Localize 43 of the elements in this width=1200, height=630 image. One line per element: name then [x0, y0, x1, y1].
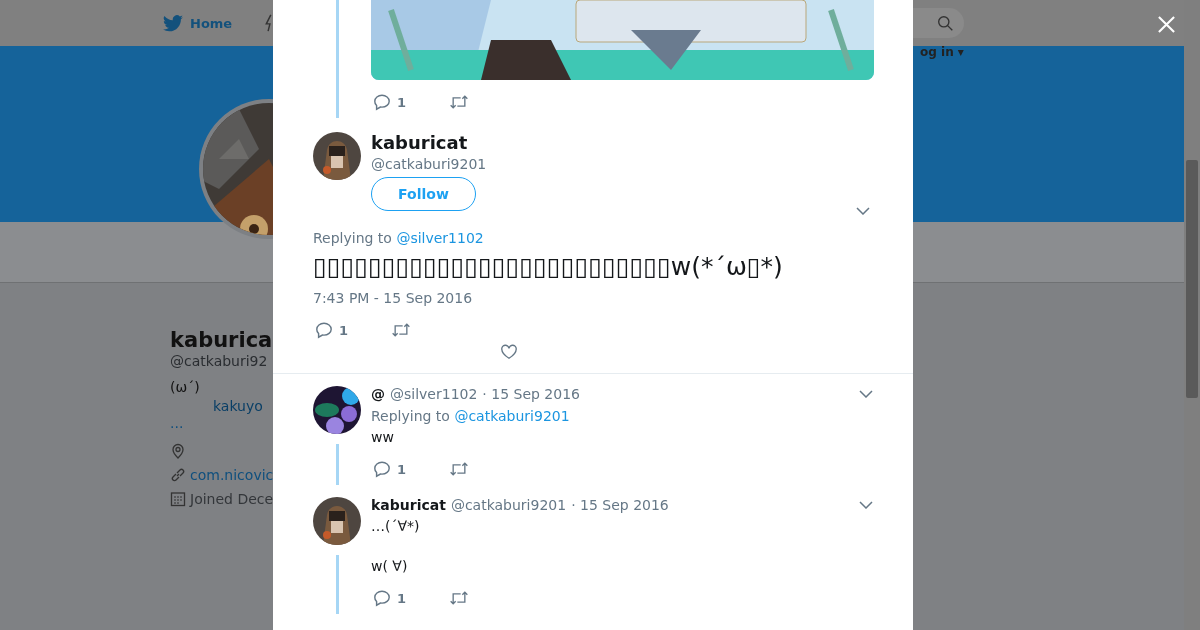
profile-name: kaburica — [170, 328, 274, 352]
retweet-icon[interactable] — [449, 589, 470, 607]
location-icon — [170, 443, 186, 459]
profile-handle: @catkaburi92 — [170, 353, 269, 369]
link-icon — [170, 467, 186, 483]
author-name[interactable]: kaburicat — [371, 132, 468, 154]
follow-button[interactable]: Follow — [371, 177, 476, 211]
profile-bio: (ω´) — [170, 379, 201, 395]
tweet-date[interactable]: · 15 Sep 2016 — [482, 386, 580, 402]
calendar-icon — [170, 491, 186, 507]
tweet-text: …(´∀*) — [371, 518, 420, 534]
author-handle[interactable]: @catkaburi9201 — [450, 497, 567, 513]
tweet-time[interactable]: 7:43 PM - 15 Sep 2016 — [313, 290, 875, 306]
tweet-date[interactable]: · 15 Sep 2016 — [571, 497, 669, 513]
retweet-icon[interactable] — [449, 460, 470, 478]
bio-link[interactable]: kakuyo — [213, 398, 274, 414]
replying-label: Replying to — [371, 408, 450, 424]
joined-date: Joined Dece — [190, 491, 274, 507]
retweet-icon[interactable] — [391, 321, 412, 339]
reply-button[interactable]: 1 — [315, 321, 349, 339]
caret-icon[interactable] — [859, 501, 873, 509]
caret-icon[interactable] — [856, 207, 870, 215]
reply-button[interactable]: 1 — [373, 589, 407, 607]
close-icon[interactable] — [1157, 15, 1176, 34]
author-name[interactable]: @ — [371, 386, 385, 402]
author-handle[interactable]: @catkaburi9201 — [371, 154, 487, 174]
bird-icon — [163, 14, 183, 32]
author-name[interactable]: kaburicat — [371, 497, 446, 513]
tweet-text: ▯▯▯▯▯▯▯▯▯▯▯▯▯▯▯▯▯▯▯▯▯▯▯▯▯▯w(*´ω▯*) — [313, 251, 783, 283]
tweet-text: ww — [371, 429, 394, 445]
reply-button[interactable]: 1 — [373, 460, 407, 478]
login-link[interactable]: og in ▾ — [920, 45, 964, 59]
thread-line — [335, 444, 339, 485]
mention-link[interactable]: @silver1102 — [396, 230, 484, 246]
thread-line — [335, 555, 339, 614]
author-handle[interactable]: @silver1102 — [390, 386, 478, 402]
mention-link[interactable]: @catkaburi9201 — [454, 408, 570, 424]
caret-icon[interactable] — [859, 390, 873, 398]
reply-button[interactable]: 1 — [373, 93, 407, 111]
retweet-icon[interactable] — [449, 93, 470, 111]
search-icon — [937, 14, 955, 32]
heart-icon[interactable] — [500, 343, 518, 361]
tweet-text: w( ∀) — [371, 558, 408, 574]
